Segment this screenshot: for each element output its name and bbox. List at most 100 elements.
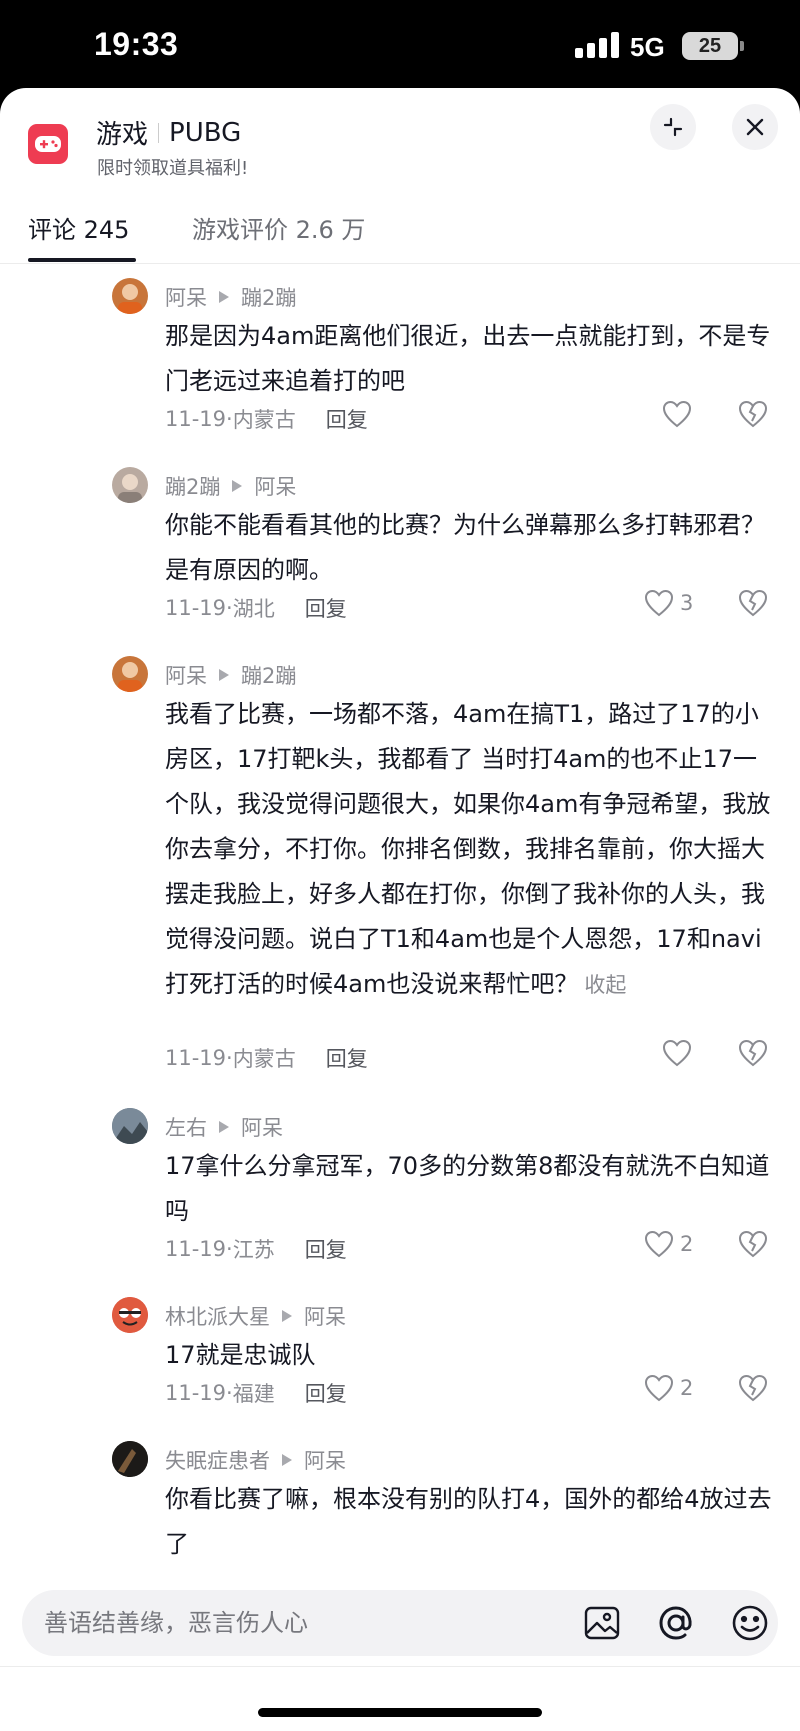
comment-meta: 11-19 · 内蒙古 回复 bbox=[165, 404, 368, 434]
comment-names: 林北派大星 阿呆 bbox=[165, 1301, 346, 1331]
comment-meta: 11-19 · 内蒙古 回复 bbox=[165, 1043, 368, 1073]
reply-to-user[interactable]: 蹦2蹦 bbox=[241, 660, 296, 690]
like-button[interactable]: 2 bbox=[644, 1374, 693, 1402]
mention-button[interactable] bbox=[656, 1603, 696, 1643]
avatar[interactable] bbox=[112, 1108, 148, 1144]
comment-location: 湖北 bbox=[232, 597, 275, 621]
avatar[interactable] bbox=[112, 467, 148, 503]
comment-author[interactable]: 阿呆 bbox=[165, 660, 207, 690]
reply-arrow-icon bbox=[232, 480, 243, 492]
dislike-button[interactable] bbox=[738, 1230, 768, 1262]
minimize-button[interactable] bbox=[650, 104, 696, 150]
active-tab-indicator bbox=[28, 258, 136, 262]
reply-arrow-icon bbox=[282, 1310, 292, 1322]
like-button[interactable]: 3 bbox=[644, 589, 693, 617]
network-label: 5G bbox=[630, 32, 665, 62]
reply-arrow-icon bbox=[219, 291, 229, 303]
reply-button[interactable]: 回复 bbox=[305, 1378, 347, 1408]
reply-button[interactable]: 回复 bbox=[305, 593, 347, 623]
gamepad-icon[interactable] bbox=[28, 124, 68, 164]
signal-icon bbox=[575, 32, 619, 58]
home-indicator[interactable] bbox=[258, 1708, 542, 1717]
comment-location: 内蒙古 bbox=[232, 1047, 296, 1071]
comment-text[interactable]: 17就是忠诚队 bbox=[165, 1333, 775, 1378]
like-count: 2 bbox=[680, 1232, 694, 1256]
reply-button[interactable]: 回复 bbox=[305, 1234, 347, 1264]
emoji-icon bbox=[732, 1605, 768, 1641]
comment-names: 蹦2蹦 阿呆 bbox=[165, 471, 296, 501]
at-icon bbox=[659, 1606, 692, 1640]
comment-author[interactable]: 失眠症患者 bbox=[165, 1445, 270, 1475]
dislike-button[interactable] bbox=[738, 589, 768, 621]
heart-icon bbox=[662, 400, 692, 428]
comment-input-box bbox=[22, 1590, 778, 1656]
reply-arrow-icon bbox=[219, 669, 229, 681]
sheet-header: 游戏 PUBG 限时领取道具福利! bbox=[0, 88, 800, 198]
comment-author[interactable]: 林北派大星 bbox=[165, 1301, 270, 1331]
status-time: 19:33 bbox=[94, 26, 179, 62]
comment-location: 福建 bbox=[232, 1382, 275, 1406]
comment-date: 11-19 bbox=[165, 1046, 227, 1070]
tab-comments[interactable]: 评论 245 bbox=[28, 210, 129, 245]
reply-to-user[interactable]: 阿呆 bbox=[254, 471, 296, 501]
reply-to-user[interactable]: 阿呆 bbox=[304, 1301, 346, 1331]
comment-author[interactable]: 阿呆 bbox=[165, 282, 207, 312]
reply-button[interactable]: 回复 bbox=[326, 1043, 368, 1073]
reply-to-user[interactable]: 蹦2蹦 bbox=[241, 282, 296, 312]
comment-meta: 11-19 · 江苏 回复 bbox=[165, 1234, 347, 1264]
comment-body: 我看了比赛，一场都不落，4am在搞T1，路过了17的小房区，17打靶k头，我都看… bbox=[165, 700, 771, 998]
image-button[interactable] bbox=[582, 1603, 622, 1643]
comment-input[interactable] bbox=[44, 1590, 524, 1656]
avatar[interactable] bbox=[112, 1297, 148, 1333]
game-title[interactable]: 游戏 PUBG bbox=[96, 114, 241, 151]
heart-icon bbox=[662, 1039, 692, 1067]
reply-to-user[interactable]: 阿呆 bbox=[304, 1445, 346, 1475]
game-name: PUBG bbox=[169, 117, 242, 148]
heart-icon bbox=[644, 1230, 674, 1258]
comment-text[interactable]: 我看了比赛，一场都不落，4am在搞T1，路过了17的小房区，17打靶k头，我都看… bbox=[165, 692, 775, 1008]
broken-heart-icon bbox=[738, 1039, 768, 1067]
comment-date: 11-19 bbox=[165, 596, 227, 620]
broken-heart-icon bbox=[738, 1230, 768, 1258]
comment-text[interactable]: 17拿什么分拿冠军，70多的分数第8都没有就洗不白知道吗 bbox=[165, 1144, 775, 1234]
dislike-button[interactable] bbox=[738, 1374, 768, 1406]
avatar[interactable] bbox=[112, 1441, 148, 1477]
minimize-icon bbox=[663, 117, 683, 137]
comment-text[interactable]: 那是因为4am距离他们很近，出去一点就能打到，不是专门老远过来追着打的吧 bbox=[165, 314, 775, 404]
comment-names: 阿呆 蹦2蹦 bbox=[165, 282, 296, 312]
avatar[interactable] bbox=[112, 656, 148, 692]
comment-list[interactable]: 阿呆 蹦2蹦 那是因为4am距离他们很近，出去一点就能打到，不是专门老远过来追着… bbox=[0, 264, 800, 1666]
like-button[interactable]: 2 bbox=[644, 1230, 693, 1258]
image-icon bbox=[584, 1606, 620, 1640]
reply-arrow-icon bbox=[219, 1121, 229, 1133]
input-bar bbox=[0, 1666, 800, 1731]
tab-game-reviews[interactable]: 游戏评价 2.6 万 bbox=[192, 210, 365, 245]
promo-subtitle[interactable]: 限时领取道具福利! bbox=[97, 154, 248, 180]
comment-date: 11-19 bbox=[165, 1237, 227, 1261]
emoji-button[interactable] bbox=[730, 1603, 770, 1643]
dislike-button[interactable] bbox=[738, 400, 768, 432]
broken-heart-icon bbox=[738, 589, 768, 617]
comment-text[interactable]: 你看比赛了嘛，根本没有别的队打4，国外的都给4放过去了 bbox=[165, 1477, 775, 1567]
comment-meta: 11-19 · 福建 回复 bbox=[165, 1378, 347, 1408]
heart-icon bbox=[644, 589, 674, 617]
comment-text[interactable]: 你能不能看看其他的比赛？为什么弹幕那么多打韩邪君？是有原因的啊。 bbox=[165, 503, 775, 593]
comment-names: 左右 阿呆 bbox=[165, 1112, 283, 1142]
comment-names: 阿呆 蹦2蹦 bbox=[165, 660, 296, 690]
reply-button[interactable]: 回复 bbox=[326, 404, 368, 434]
heart-icon bbox=[644, 1374, 674, 1402]
like-button[interactable] bbox=[662, 400, 692, 428]
comment-author[interactable]: 蹦2蹦 bbox=[165, 471, 220, 501]
collapse-link[interactable]: 收起 bbox=[584, 973, 626, 997]
reply-to-user[interactable]: 阿呆 bbox=[241, 1112, 283, 1142]
tab-bar: 评论 245 游戏评价 2.6 万 bbox=[0, 198, 800, 264]
close-button[interactable] bbox=[732, 104, 778, 150]
like-button[interactable] bbox=[662, 1039, 692, 1067]
avatar[interactable] bbox=[112, 278, 148, 314]
title-divider bbox=[158, 122, 160, 143]
comment-sheet: 游戏 PUBG 限时领取道具福利! 评论 245 游戏评价 2.6 万 阿呆 蹦… bbox=[0, 88, 800, 1731]
comment-author[interactable]: 左右 bbox=[165, 1112, 207, 1142]
dislike-button[interactable] bbox=[738, 1039, 768, 1071]
like-count: 3 bbox=[680, 591, 694, 615]
comment-meta: 11-19 · 湖北 回复 bbox=[165, 593, 347, 623]
